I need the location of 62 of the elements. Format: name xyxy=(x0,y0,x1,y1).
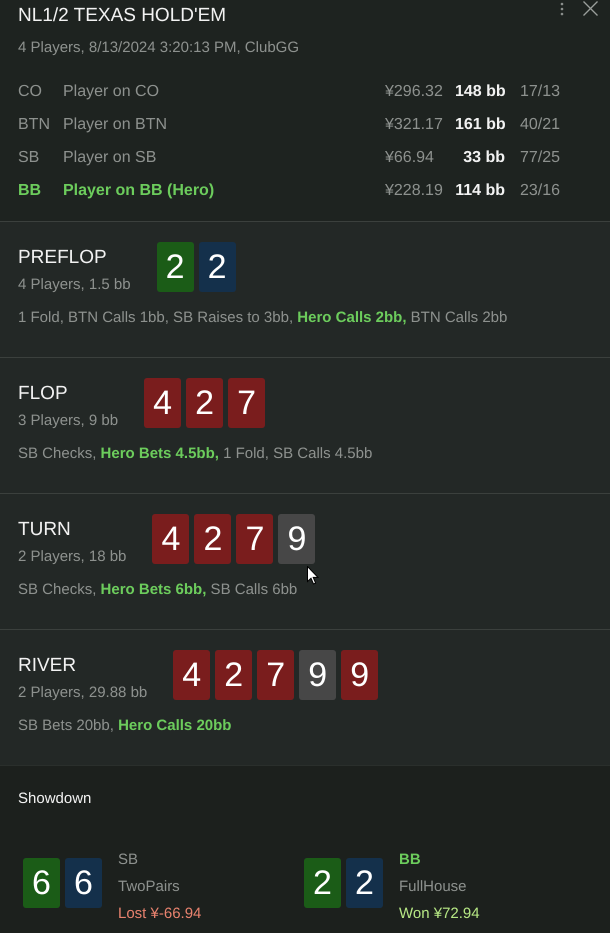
playing-card: 4 xyxy=(152,514,190,564)
player-stack: ¥296.32 xyxy=(385,82,444,100)
hand-subtitle: 4 Players, 8/13/2024 3:20:13 PM, ClubGG xyxy=(18,38,300,58)
player-position: BB xyxy=(18,182,42,200)
street-actions: SB Checks, Hero Bets 4.5bb, 1 Fold, SB Calls 4.5bb xyxy=(18,444,374,464)
player-stats: 77/25 xyxy=(519,148,562,166)
player-stack-bb: 114 bb xyxy=(455,182,505,200)
player-name: Player on BB (Hero) xyxy=(63,182,216,200)
street-info: 2 Players, 29.88 bb xyxy=(18,684,148,702)
player-position: SB xyxy=(18,148,40,166)
player-stack: ¥66.94 xyxy=(385,148,435,166)
playing-card: 2 xyxy=(186,378,224,428)
playing-card: 7 xyxy=(228,378,266,428)
playing-card: 7 xyxy=(236,514,274,564)
player-stack-bb: 161 bb xyxy=(455,116,505,134)
playing-card: 2 xyxy=(346,858,383,908)
playing-card: 2 xyxy=(215,650,252,700)
more-options-icon[interactable] xyxy=(560,2,564,16)
mouse-pointer-icon xyxy=(307,566,319,585)
playing-card: 4 xyxy=(173,650,210,700)
player-stack: ¥321.17 xyxy=(385,116,444,134)
player-name: Player on SB xyxy=(63,148,158,166)
playing-card: 6 xyxy=(65,858,102,908)
hand-result: Lost ¥-66.94 xyxy=(118,904,202,924)
playing-card: 2 xyxy=(198,242,236,292)
street-name: PREFLOP xyxy=(18,246,108,270)
hand-rank: FullHouse xyxy=(399,877,468,897)
showdown-position: BB xyxy=(399,850,422,870)
playing-card: 9 xyxy=(341,650,378,700)
player-name: Player on CO xyxy=(63,82,160,100)
showdown-position: SB xyxy=(118,850,140,870)
player-stats: 17/13 xyxy=(519,82,562,100)
playing-card: 9 xyxy=(278,514,316,564)
player-stack: ¥228.19 xyxy=(385,182,444,200)
street-info: 2 Players, 18 bb xyxy=(18,548,126,566)
playing-card: 2 xyxy=(156,242,194,292)
street-info: 3 Players, 9 bb xyxy=(18,412,118,430)
street-info: 4 Players, 1.5 bb xyxy=(18,276,131,294)
hand-result: Won ¥72.94 xyxy=(399,904,480,924)
close-icon[interactable] xyxy=(583,1,598,16)
player-stack-bb: 148 bb xyxy=(455,82,505,100)
street-name: RIVER xyxy=(18,654,78,678)
showdown-title: Showdown xyxy=(18,789,92,809)
playing-card: 7 xyxy=(257,650,294,700)
hand-rank: TwoPairs xyxy=(118,877,181,897)
playing-card: 2 xyxy=(304,858,341,908)
hand-title: NL1/2 TEXAS HOLD'EM xyxy=(18,4,228,28)
playing-card: 9 xyxy=(299,650,336,700)
player-stats: 40/21 xyxy=(519,116,562,134)
playing-card: 2 xyxy=(194,514,232,564)
player-name: Player on BTN xyxy=(63,116,168,134)
street-actions: SB Checks, Hero Bets 6bb, SB Calls 6bb xyxy=(18,580,298,600)
player-position: BTN xyxy=(18,116,51,134)
player-position: CO xyxy=(18,82,43,100)
street-name: FLOP xyxy=(18,382,69,406)
player-stats: 23/16 xyxy=(519,182,562,200)
street-name: TURN xyxy=(18,518,72,542)
playing-card: 4 xyxy=(144,378,182,428)
playing-card: 6 xyxy=(23,858,60,908)
street-actions: 1 Fold, BTN Calls 1bb, SB Raises to 3bb, Hero Calls 2bb, BTN Calls 2bb xyxy=(18,308,508,328)
player-stack-bb: 33 bb xyxy=(462,148,505,166)
street-actions: SB Bets 20bb, Hero Calls 20bb xyxy=(18,716,232,736)
